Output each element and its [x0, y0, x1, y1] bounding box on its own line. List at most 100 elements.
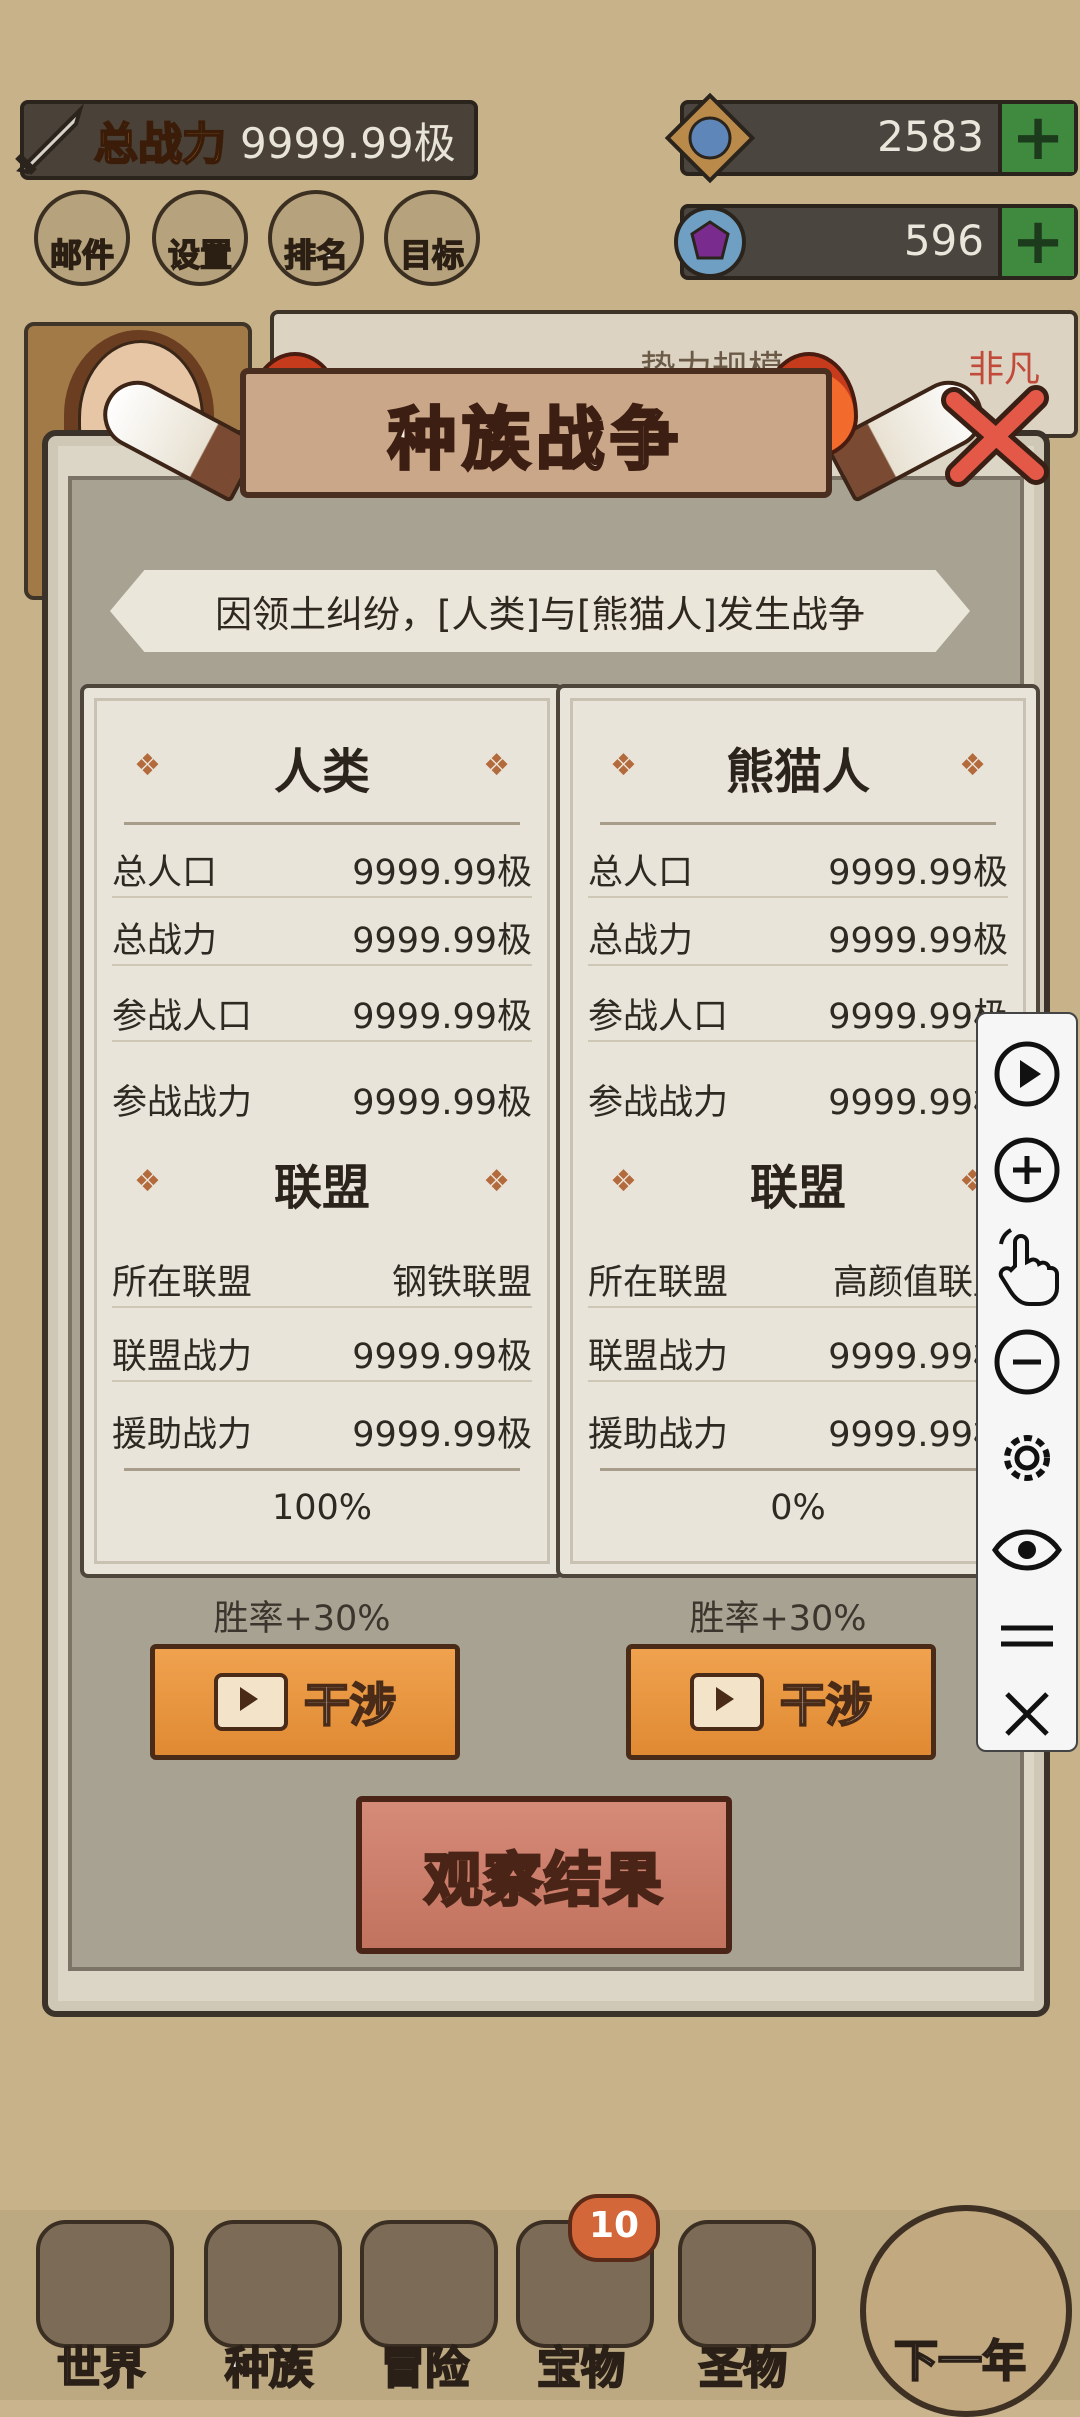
next-year-button[interactable]: 下一年 — [840, 2205, 1080, 2417]
play-icon[interactable] — [978, 1034, 1076, 1114]
nav-label: 圣物 — [698, 2342, 788, 2395]
alliance-value: 钢铁联盟 — [391, 1263, 532, 1303]
stat-row: 参战人口 9999.99极 — [588, 982, 1008, 1042]
total-power-label: 总战力 — [93, 118, 227, 171]
purple-gem-icon — [674, 206, 746, 278]
alliance-label: 援助战力 — [588, 1415, 729, 1455]
row-divider — [588, 964, 1008, 966]
divider — [600, 1468, 996, 1471]
nav-adventure[interactable]: 冒险 — [340, 2220, 510, 2400]
side-card-right: ❖ ❖ 熊猫人 总人口 9999.99极 总战力 9999.99极 参战人口 9… — [556, 684, 1040, 1578]
stat-value: 9999.99极 — [828, 921, 1008, 961]
alliance-row: 所在联盟 高颜值联盟 — [588, 1248, 1008, 1308]
stat-value: 9999.99极 — [352, 997, 532, 1037]
stat-row: 总战力 9999.99极 — [112, 906, 532, 966]
zoom-in-icon[interactable] — [978, 1130, 1076, 1210]
nav-label: 宝物 — [536, 2342, 626, 2395]
goal-label: 目标 — [399, 235, 465, 275]
stat-row: 参战战力 9999.99极 — [112, 1068, 532, 1128]
observe-result-button[interactable]: 观察结果 — [356, 1796, 732, 1954]
war-cause-text: 因领土纠纷，[人类]与[熊猫人]发生战争 — [215, 593, 865, 636]
intervene-label: 干涉 — [303, 1677, 397, 1733]
settings-button[interactable]: 设置 — [152, 190, 248, 286]
alliance-label: 所在联盟 — [112, 1263, 253, 1303]
stat-label: 总战力 — [112, 921, 218, 961]
stat-value: 9999.99极 — [828, 853, 1008, 893]
nav-label: 冒险 — [380, 2342, 470, 2395]
total-power-panel: 总战力 9999.99极 — [15, 100, 478, 180]
alliance-row: 所在联盟 钢铁联盟 — [112, 1248, 532, 1308]
dialog-title: 种族战争 — [386, 399, 685, 481]
add-gem-button[interactable]: + — [998, 208, 1074, 276]
video-ad-icon — [690, 1673, 764, 1731]
stat-value: 9999.99极 — [352, 853, 532, 893]
stat-row: 总战力 9999.99极 — [588, 906, 1008, 966]
nav-relic[interactable]: 圣物 — [658, 2220, 828, 2400]
winrate-right: 胜率+30% — [689, 1599, 867, 1639]
floating-toolbar — [976, 1012, 1078, 1752]
stat-row: 参战战力 9999.99极 — [588, 1068, 1008, 1128]
race-icon — [204, 2220, 342, 2348]
zoom-out-icon[interactable] — [978, 1322, 1076, 1402]
alliance-value: 9999.99极 — [352, 1415, 532, 1455]
alliance-row: 援助战力 9999.99极 — [112, 1400, 532, 1460]
stat-label: 参战人口 — [112, 997, 253, 1037]
stat-label: 总人口 — [588, 853, 694, 893]
settings-label: 设置 — [167, 235, 233, 275]
alliance-title: 联盟 — [749, 1160, 846, 1216]
alliance-row: 联盟战力 9999.99极 — [588, 1322, 1008, 1382]
alliance-label: 联盟战力 — [588, 1337, 729, 1377]
add-currency-button[interactable]: + — [998, 104, 1074, 172]
nav-label: 世界 — [56, 2342, 146, 2395]
close-icon[interactable] — [940, 380, 1050, 490]
stat-label: 参战战力 — [588, 1083, 729, 1123]
nav-race[interactable]: 种族 — [184, 2220, 354, 2400]
mail-label: 邮件 — [49, 235, 115, 275]
world-icon — [36, 2220, 174, 2348]
stat-label: 参战人口 — [588, 997, 729, 1037]
alliance-row: 援助战力 9999.99极 — [588, 1400, 1008, 1460]
row-divider — [112, 1040, 532, 1042]
nav-label: 种族 — [224, 2342, 314, 2395]
nav-world[interactable]: 世界 — [16, 2220, 186, 2400]
treasure-badge: 10 — [568, 2194, 660, 2262]
alliance-row: 联盟战力 9999.99极 — [112, 1322, 532, 1382]
dialog-title-plate: 种族战争 — [240, 368, 832, 498]
row-divider — [588, 1040, 1008, 1042]
intervene-button-right[interactable]: 干涉 — [626, 1644, 936, 1760]
race-name: 熊猫人 — [725, 744, 870, 800]
ranking-button[interactable]: 排名 — [268, 190, 364, 286]
total-power-value: 9999.99极 — [240, 118, 456, 168]
row-divider — [112, 1306, 532, 1308]
currency-bar-gear: 2583 + — [664, 92, 1078, 184]
row-divider — [112, 1380, 532, 1382]
compass-gem-icon — [664, 92, 756, 184]
close-icon[interactable] — [978, 1674, 1076, 1754]
next-year-label: 下一年 — [893, 2335, 1027, 2388]
alliance-label: 援助战力 — [112, 1415, 253, 1455]
adventure-icon — [360, 2220, 498, 2348]
alliance-label: 所在联盟 — [588, 1263, 729, 1303]
video-ad-icon — [214, 1673, 288, 1731]
mail-button[interactable]: 邮件 — [34, 190, 130, 286]
row-divider — [588, 1306, 1008, 1308]
row-divider — [588, 896, 1008, 898]
menu-icon[interactable] — [978, 1596, 1076, 1676]
gear-icon[interactable] — [978, 1418, 1076, 1498]
row-divider — [112, 896, 532, 898]
relic-icon — [678, 2220, 816, 2348]
intervene-button-left[interactable]: 干涉 — [150, 1644, 460, 1760]
ranking-label: 排名 — [283, 235, 349, 275]
race-name: 人类 — [273, 744, 370, 800]
stat-label: 参战战力 — [112, 1083, 253, 1123]
stat-row: 参战人口 9999.99极 — [112, 982, 532, 1042]
support-percent: 100% — [271, 1488, 373, 1528]
touch-icon[interactable] — [978, 1226, 1076, 1306]
stat-row: 总人口 9999.99极 — [588, 838, 1008, 898]
support-percent: 0% — [770, 1488, 826, 1528]
goal-button[interactable]: 目标 — [384, 190, 480, 286]
currency-value: 2583 — [877, 112, 984, 161]
eye-icon[interactable] — [978, 1510, 1076, 1590]
divider — [124, 822, 520, 825]
observe-result-label: 观察结果 — [422, 1845, 664, 1916]
